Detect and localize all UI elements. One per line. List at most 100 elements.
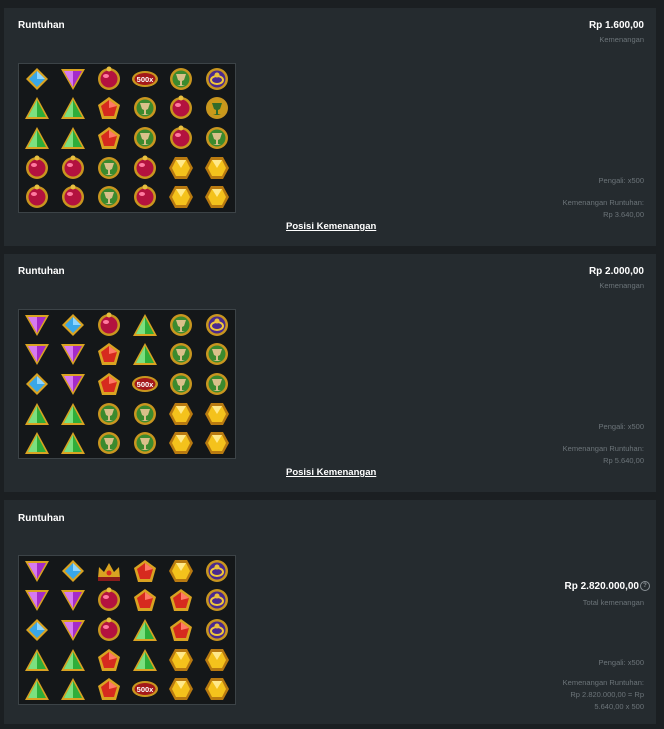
grid-cell [163,94,199,124]
grid-cell [55,340,91,370]
purple-triangle-icon [61,619,85,641]
gold-hexagon-icon [205,648,229,671]
grid-cell [91,64,127,94]
grid-cell [19,586,55,616]
grid-cell: 500x [127,369,163,399]
help-icon[interactable]: ? [640,581,650,591]
gold-hexagon-icon [205,432,229,455]
grid-cell [199,556,235,586]
grid-cell [55,369,91,399]
green-triangle-icon [61,402,85,425]
symbol-grid: 500x [18,555,236,705]
purple-ring-icon [206,67,228,90]
red-amulet-icon [134,155,156,179]
grid-cell [55,615,91,645]
green-goblet-icon [98,402,120,425]
grid-cell [127,428,163,458]
grid-cell [55,645,91,675]
grid-cell [163,340,199,370]
multiplier-icon: 500x [132,375,158,392]
purple-ring-icon [206,313,228,336]
grid-cell [91,586,127,616]
red-amulet-icon [170,125,192,149]
grid-cell [199,94,235,124]
grid-cell [163,369,199,399]
grid-cell [19,310,55,340]
grid-cell [91,310,127,340]
red-pentagon-icon [134,559,156,582]
gold-hexagon-icon [169,648,193,671]
multiplier-text: Pengali: x500 [598,658,644,667]
grid-cell [199,182,235,212]
grid-cell [127,94,163,124]
gold-hexagon-icon [205,156,229,179]
cascade-win-label: Kemenangan Runtuhan: [562,444,644,453]
purple-ring-icon [206,589,228,612]
grid-cell [199,123,235,153]
grid-cell [199,369,235,399]
gold-hexagon-icon [169,559,193,582]
grid-cell [19,369,55,399]
grid-cell [19,645,55,675]
grid-cell [91,340,127,370]
multiplier-icon: 500x [132,70,158,87]
gold-hexagon-icon [205,678,229,701]
grid-cell: 500x [127,64,163,94]
grid-cell [199,310,235,340]
cascade-panel-2: Runtuhan Rp 2.000,00 Kemenangan 500x Pen… [4,254,656,492]
grid-cell [163,674,199,704]
win-label: Kemenangan [599,281,644,290]
green-triangle-icon [25,648,49,671]
winning-positions-link[interactable]: Posisi Kemenangan [286,221,376,232]
grid-cell [55,586,91,616]
multiplier-badge-text: 500x [137,685,155,694]
purple-triangle-icon [61,344,85,366]
red-amulet-icon [98,66,120,90]
green-goblet-icon [98,432,120,455]
grid-cell [127,586,163,616]
green-goblet-icon [170,372,192,395]
gold-hexagon-icon [205,186,229,209]
red-pentagon-icon [98,372,120,395]
winning-positions-link[interactable]: Posisi Kemenangan [286,467,376,478]
green-goblet-icon [206,343,228,366]
symbol-grid: 500x [18,63,236,213]
grid-cell [55,310,91,340]
grid-cell [127,310,163,340]
grid-cell [163,615,199,645]
red-pentagon-icon [98,97,120,120]
red-amulet-icon [134,184,156,209]
cascade-win-value: Rp 5.640,00 [603,456,644,465]
multiplier-badge-text: 500x [137,75,155,84]
blue-diamond-icon [26,372,48,395]
blue-diamond-icon [26,67,48,90]
grid-cell [91,369,127,399]
green-triangle-icon [133,618,157,641]
green-goblet-icon [134,402,156,425]
grid-cell [55,153,91,183]
grid-cell [163,556,199,586]
cascade-panel-1: Runtuhan Rp 1.600,00 Kemenangan 500x Pen… [4,8,656,246]
grid-cell [163,123,199,153]
panel-title: Runtuhan [18,513,65,524]
purple-ring-icon [206,559,228,582]
grid-cell [91,428,127,458]
symbol-grid: 500x [18,309,236,459]
grid-cell [127,645,163,675]
grid-cell [19,340,55,370]
grid-cell: 500x [127,674,163,704]
red-pentagon-icon [170,589,192,612]
red-amulet-icon [98,617,120,641]
purple-triangle-icon [61,373,85,395]
grid-cell [163,428,199,458]
grid-cell [163,153,199,183]
green-triangle-icon [25,97,49,120]
total-win-value: Rp 2.820.000,00 [564,581,640,592]
green-triangle-icon [61,97,85,120]
red-pentagon-icon [98,343,120,366]
cascade-win-info: Kemenangan Runtuhan: Rp 5.640,00 [563,443,644,467]
grid-cell [19,428,55,458]
grid-cell [127,340,163,370]
grid-cell [199,674,235,704]
cascade-win-info: Kemenangan Runtuhan: Rp 3.640,00 [563,197,644,221]
